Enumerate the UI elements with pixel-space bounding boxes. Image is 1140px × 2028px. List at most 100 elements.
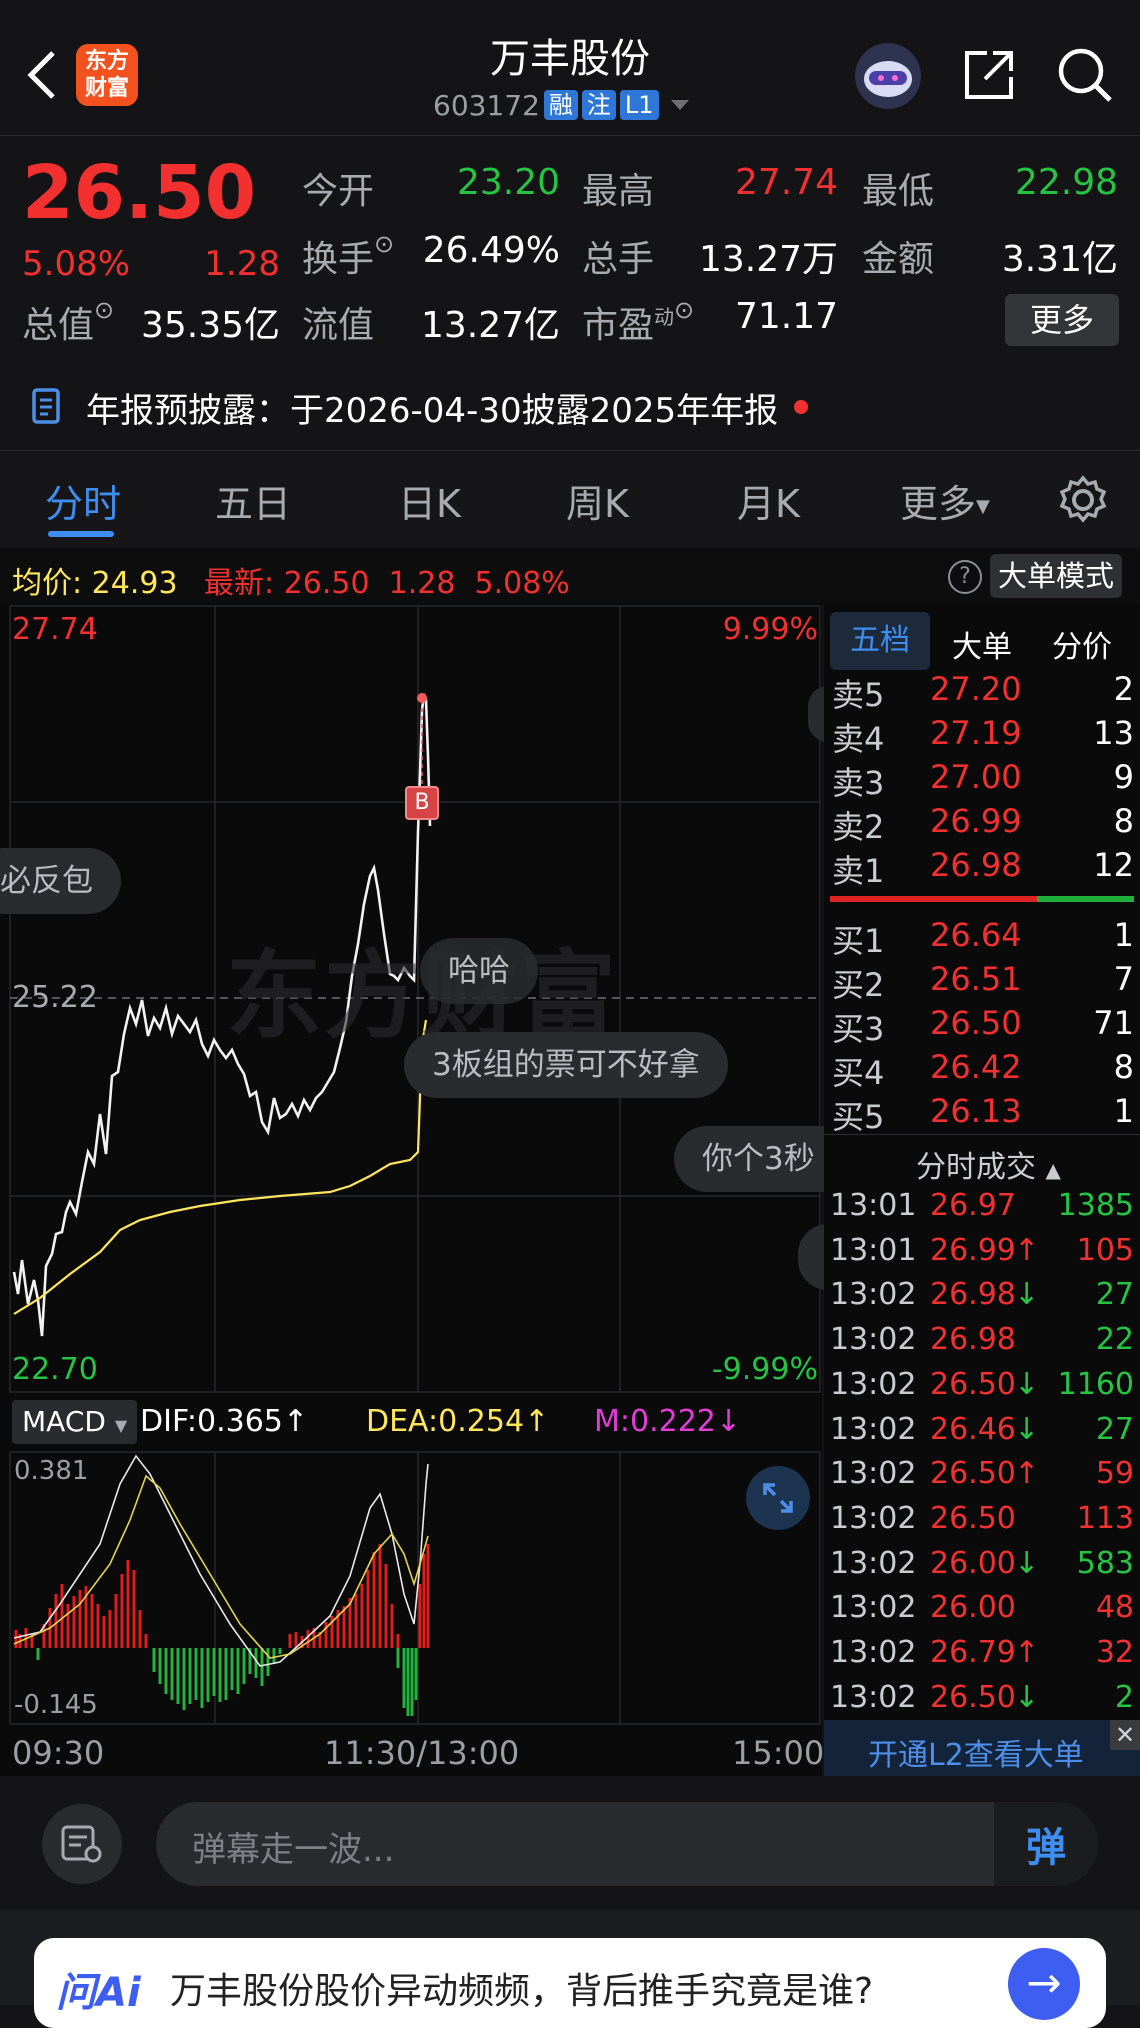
- stock-code: 603172: [433, 88, 540, 122]
- time-mid-label: 11:30/13:00: [324, 1734, 520, 1772]
- tag-level1: L1: [619, 90, 659, 120]
- change-pct: 5.08%: [22, 244, 131, 284]
- high-value: 27.74: [734, 162, 838, 203]
- open-label: 今开: [302, 171, 375, 212]
- tag-margin: 融: [543, 90, 578, 120]
- bid-row: 买3 26.50 71: [832, 1004, 1134, 1048]
- volume-label: 总手: [582, 239, 655, 280]
- level-volume: 9: [1113, 758, 1134, 796]
- orderbook-tab-price-dist[interactable]: 分价: [1052, 622, 1112, 666]
- macd-indicator-selector[interactable]: MACD ▼: [12, 1400, 138, 1444]
- stock-code-row: 603172 融 注 L1: [433, 88, 691, 122]
- expand-icon: [763, 1483, 793, 1513]
- orderbook-tab-big-order[interactable]: 大单: [952, 622, 1012, 666]
- ask-row: 卖3 27.00 9: [832, 758, 1134, 802]
- trade-row: 13:02 26.00 ↓ 583: [830, 1546, 1136, 1590]
- trade-row: 13:02 26.98 ↓ 27: [830, 1277, 1136, 1321]
- close-icon[interactable]: ✕: [1110, 1720, 1140, 1750]
- back-button[interactable]: [14, 40, 70, 110]
- ai-banner[interactable]: 问Ai 万丰股份股价异动频频，背后推手究竟是谁? →: [34, 1938, 1106, 2028]
- volume-value: 13.27万: [698, 239, 838, 280]
- total-cap-value: 35.35亿: [140, 305, 280, 346]
- average-price-line: [13, 1019, 428, 1315]
- info-icon[interactable]: ⊙: [674, 296, 694, 324]
- notice-row[interactable]: 年报预披露：于2026-04-30披露2025年年报: [30, 385, 809, 431]
- ask-row: 卖5 27.20 2: [832, 670, 1134, 714]
- info-icon[interactable]: ⊙: [94, 296, 114, 324]
- level-price: 26.64: [930, 916, 1022, 954]
- robot-assistant-button[interactable]: [852, 40, 924, 112]
- danmaku-settings-button[interactable]: [42, 1804, 122, 1884]
- danmaku-bubble: 哈哈: [420, 938, 538, 1004]
- amount-label: 金额: [862, 239, 935, 280]
- avg-price: 均价: 24.93: [12, 566, 178, 601]
- trade-price: 26.50: [930, 1679, 1016, 1715]
- macd-m: M:0.222↓: [594, 1404, 742, 1439]
- ask-row: 卖1 26.98 12: [832, 846, 1134, 890]
- tab-more[interactable]: 更多▼: [900, 473, 990, 528]
- more-button[interactable]: 更多: [1005, 294, 1119, 346]
- l2-upgrade-banner[interactable]: 开通L2查看大单 ✕: [824, 1720, 1140, 1776]
- level-label: 买1: [832, 922, 885, 960]
- trade-row: 13:02 26.50 ↓ 2: [830, 1680, 1136, 1724]
- share-button[interactable]: [958, 44, 1020, 106]
- settings-gear-icon[interactable]: [1058, 475, 1108, 525]
- trade-time: 13:02: [830, 1635, 917, 1670]
- buy-marker[interactable]: B: [405, 786, 439, 820]
- change-value: 1.28: [204, 244, 280, 284]
- low-label: 最低: [862, 171, 935, 212]
- share-icon: [965, 51, 1013, 99]
- trade-price: 26.50: [930, 1500, 1016, 1536]
- level-price: 26.99: [930, 802, 1022, 840]
- pe-label: 市盈动⊙: [582, 296, 695, 346]
- back-arrow-icon: [27, 51, 55, 99]
- dropdown-icon[interactable]: [669, 98, 691, 112]
- level-volume: 8: [1113, 1048, 1134, 1086]
- help-icon[interactable]: ?: [948, 560, 982, 594]
- trades-title[interactable]: 分时成交 ▲: [916, 1142, 1061, 1186]
- level-label: 卖4: [832, 720, 885, 758]
- trade-time: 13:02: [830, 1322, 917, 1358]
- trade-time: 13:02: [830, 1500, 917, 1536]
- trade-price: 26.98: [930, 1322, 1016, 1358]
- danmaku-input[interactable]: 弹幕走一波... 弹: [156, 1802, 1098, 1886]
- ask-row: 卖2 26.99 8: [832, 802, 1134, 846]
- level-volume: 13: [1093, 714, 1134, 752]
- danmaku-input-placeholder: 弹幕走一波...: [192, 1830, 395, 1870]
- orderbook-tab-five-level[interactable]: 五档: [830, 612, 930, 670]
- caret-down-icon: ▼: [976, 496, 990, 517]
- level-label: 卖5: [832, 676, 885, 714]
- level-label: 买2: [832, 966, 885, 1004]
- send-danmaku-label: 弹: [1026, 1825, 1066, 1871]
- fullscreen-button[interactable]: [746, 1466, 810, 1530]
- level-volume: 1: [1113, 916, 1134, 954]
- float-cap-value: 13.27亿: [420, 305, 560, 346]
- tab-daily-k[interactable]: 日K: [398, 473, 461, 528]
- level-volume: 7: [1113, 960, 1134, 998]
- trade-volume: 583: [1076, 1545, 1134, 1581]
- tab-weekly-k[interactable]: 周K: [566, 473, 629, 528]
- trade-row: 13:02 26.50 ↓ 1160: [830, 1367, 1136, 1411]
- trade-volume: 27: [1095, 1411, 1134, 1447]
- notice-text: 年报预披露：于2026-04-30披露2025年年报: [86, 390, 779, 431]
- time-end-label: 15:00: [732, 1734, 825, 1772]
- stock-name: 万丰股份: [490, 36, 650, 82]
- search-button[interactable]: [1052, 42, 1118, 108]
- dea-line: [13, 1474, 429, 1659]
- info-icon[interactable]: ⊙: [374, 230, 394, 258]
- big-order-mode-button[interactable]: 大单模式: [990, 554, 1122, 598]
- bid-row: 买2 26.51 7: [832, 960, 1134, 1004]
- low-value: 22.98: [1014, 162, 1118, 203]
- tab-intraday[interactable]: 分时: [45, 473, 121, 528]
- trade-row: 13:01 26.99 ↑ 105: [830, 1233, 1136, 1277]
- tab-monthly-k[interactable]: 月K: [737, 473, 800, 528]
- l2-upgrade-link[interactable]: 开通L2查看大单: [868, 1730, 1084, 1774]
- tab-five-day[interactable]: 五日: [215, 473, 291, 528]
- send-danmaku-button[interactable]: 弹: [994, 1802, 1098, 1886]
- arrow-right-icon[interactable]: →: [1008, 1948, 1080, 2020]
- trade-price: 26.46: [930, 1411, 1016, 1447]
- unread-dot: [794, 400, 809, 414]
- top-bar: 东方 财富 万丰股份 603172 融 注 L1: [0, 0, 1140, 135]
- caret-down-icon: ▼: [114, 1416, 128, 1435]
- trade-volume: 105: [1076, 1232, 1134, 1268]
